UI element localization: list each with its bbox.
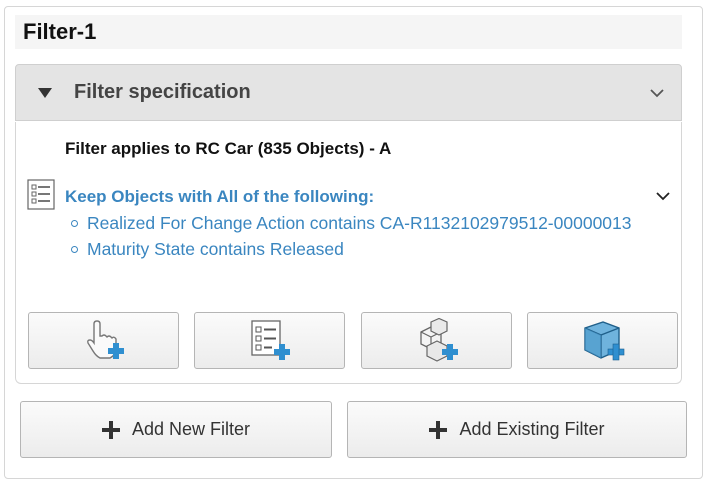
add-volume-button[interactable] — [527, 312, 678, 369]
filter-specification-body: Filter applies to RC Car (835 Objects) -… — [15, 122, 682, 384]
filter-title-text: Filter-1 — [23, 19, 97, 44]
list-add-icon — [250, 319, 290, 360]
add-assembly-button[interactable] — [361, 312, 512, 369]
condition-item[interactable]: Maturity State contains Released — [71, 236, 647, 262]
add-new-filter-label: Add New Filter — [131, 419, 251, 439]
add-existing-filter-label: Add Existing Filter — [459, 419, 605, 439]
plus-icon — [429, 420, 448, 439]
volume-box-add-icon — [583, 320, 624, 360]
condition-item[interactable]: Realized For Change Action contains CA-R… — [71, 210, 647, 236]
select-objects-button[interactable] — [28, 312, 179, 369]
filter-specification-header[interactable]: Filter specification — [15, 64, 682, 121]
section-title: Filter specification — [74, 81, 251, 103]
assembly-add-icon — [419, 317, 458, 362]
chevron-down-icon[interactable] — [649, 85, 665, 101]
collapse-triangle-icon[interactable] — [38, 87, 52, 98]
hand-pointer-add-icon — [86, 319, 124, 359]
chevron-down-icon[interactable] — [655, 188, 671, 204]
add-criteria-button[interactable] — [194, 312, 345, 369]
condition-list: Realized For Change Action contains CA-R… — [65, 210, 647, 262]
keep-objects-rule[interactable]: Keep Objects with All of the following: — [65, 187, 374, 207]
add-new-filter-button[interactable]: Add New Filter — [20, 401, 332, 458]
list-criteria-icon — [27, 179, 55, 210]
filter-title: Filter-1 — [15, 15, 682, 49]
add-existing-filter-button[interactable]: Add Existing Filter — [347, 401, 687, 458]
plus-icon — [101, 420, 120, 439]
filter-applies-text: Filter applies to RC Car (835 Objects) -… — [65, 139, 392, 158]
